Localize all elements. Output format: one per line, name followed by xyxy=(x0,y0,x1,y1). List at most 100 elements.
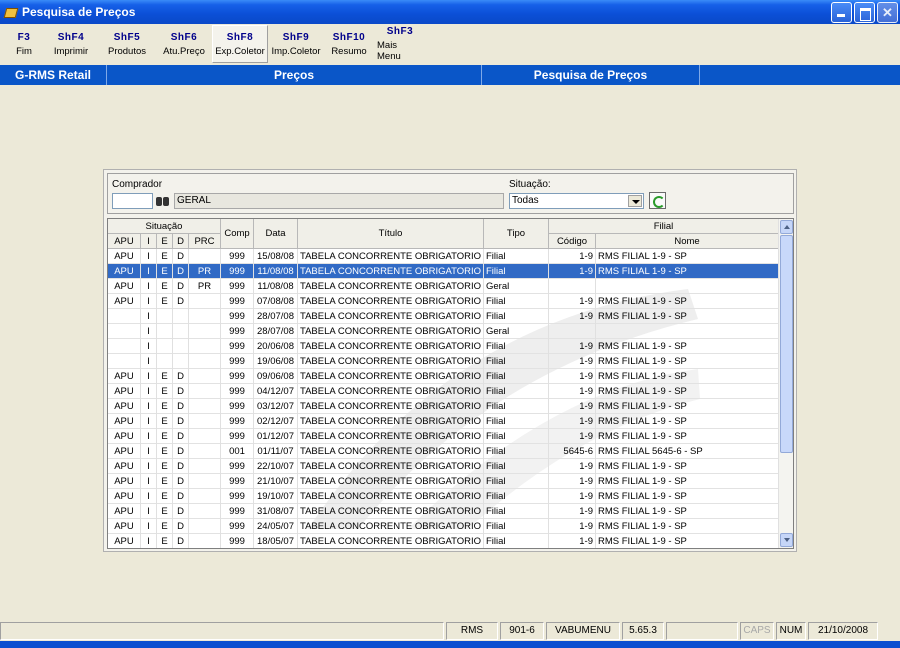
produtos-button[interactable]: ShF5 Produtos xyxy=(98,25,156,63)
col-d-header[interactable]: D xyxy=(173,234,189,249)
window-title: Pesquisa de Preços xyxy=(22,5,136,19)
table-row[interactable]: APU I E D 999 21/10/07 TABELA CONCORRENTE OBRI… xyxy=(108,474,779,489)
fim-button[interactable]: F3 Fim xyxy=(4,25,44,63)
cell-codigo: 1-9 xyxy=(549,534,596,548)
title-bar: Pesquisa de Preços ✕ xyxy=(0,0,900,24)
table-row[interactable]: APU I E D 999 04/12/07 TABELA CONCORRENTE OBRI… xyxy=(108,384,779,399)
vertical-scrollbar[interactable] xyxy=(778,219,793,548)
cell-tipo: Filial xyxy=(484,264,549,279)
cell-data: 03/12/07 xyxy=(254,399,298,414)
mais-menu-button[interactable]: ShF3 Mais Menu xyxy=(374,25,426,63)
cell-d: D xyxy=(173,459,189,474)
col-titulo-header[interactable]: Título xyxy=(298,219,484,249)
col-nome-header[interactable]: Nome xyxy=(596,234,779,249)
key-label: F3 xyxy=(17,31,31,43)
imp-coletor-button[interactable]: ShF9 Imp.Coletor xyxy=(268,25,324,63)
cell-apu: APU xyxy=(108,264,141,279)
cell-i: I xyxy=(141,294,157,309)
cell-e xyxy=(157,354,173,369)
scroll-up-icon[interactable] xyxy=(780,220,793,234)
col-apu-header[interactable]: APU xyxy=(108,234,141,249)
cell-nome: RMS FILIAL 1-9 - SP xyxy=(596,339,779,354)
col-comp-header[interactable]: Comp xyxy=(221,219,254,249)
cell-comp: 999 xyxy=(221,339,254,354)
cell-codigo xyxy=(549,324,596,339)
table-row[interactable]: APU I E D 999 19/10/07 TABELA CONCORRENTE OBRI… xyxy=(108,489,779,504)
cell-nome: RMS FILIAL 1-9 - SP xyxy=(596,399,779,414)
cell-tipo: Geral xyxy=(484,279,549,294)
cell-comp: 999 xyxy=(221,309,254,324)
table-row[interactable]: I 999 20/06/08 TABELA CONCORRENTE OBRIGATOR… xyxy=(108,339,779,354)
cell-apu: APU xyxy=(108,399,141,414)
cell-prc xyxy=(189,489,221,504)
cell-tipo: Geral xyxy=(484,324,549,339)
cell-data: 11/08/08 xyxy=(254,264,298,279)
table-row[interactable]: I 999 28/07/08 TABELA CONCORRENTE OBRIGATOR… xyxy=(108,324,779,339)
status-bar: RMS 901-6 VABUMENU 5.65.3 CAPS NUM 21/10… xyxy=(0,621,900,641)
chevron-down-icon[interactable] xyxy=(628,195,642,207)
filter-box: Comprador GERAL Situação: Todas xyxy=(107,173,794,214)
table-row[interactable]: I 999 28/07/08 TABELA CONCORRENTE OBRIGATOR… xyxy=(108,309,779,324)
scroll-thumb[interactable] xyxy=(780,235,793,453)
col-e-header[interactable]: E xyxy=(157,234,173,249)
table-row[interactable]: I 999 19/06/08 TABELA CONCORRENTE OBRIGATOR… xyxy=(108,354,779,369)
col-tipo-header[interactable]: Tipo xyxy=(484,219,549,249)
table-row[interactable]: APU I E D 999 03/12/07 TABELA CONCORRENTE OBRI… xyxy=(108,399,779,414)
comprador-code-input[interactable] xyxy=(112,193,153,209)
cell-nome: RMS FILIAL 1-9 - SP xyxy=(596,474,779,489)
cell-data: 01/12/07 xyxy=(254,429,298,444)
scroll-down-icon[interactable] xyxy=(780,533,793,547)
cell-tipo: Filial xyxy=(484,534,549,548)
binoculars-icon[interactable] xyxy=(155,194,171,208)
col-i-header[interactable]: I xyxy=(141,234,157,249)
cell-prc xyxy=(189,519,221,534)
imprimir-button[interactable]: ShF4 Imprimir xyxy=(44,25,98,63)
table-row[interactable]: APU I E D PR 999 11/08/08 TABELA CONCORRENTE OB… xyxy=(108,264,779,279)
cell-codigo: 1-9 xyxy=(549,474,596,489)
cell-apu: APU xyxy=(108,504,141,519)
exp-coletor-button[interactable]: ShF8 Exp.Coletor xyxy=(212,25,268,63)
maximize-button[interactable] xyxy=(854,2,875,23)
cell-d: D xyxy=(173,444,189,459)
minimize-button[interactable] xyxy=(831,2,852,23)
table-row[interactable]: APU I E D PR 999 11/08/08 TABELA CONCORRENTE OB… xyxy=(108,279,779,294)
cell-e: E xyxy=(157,249,173,264)
table-row[interactable]: APU I E D 999 31/08/07 TABELA CONCORRENTE OBRI… xyxy=(108,504,779,519)
cell-i: I xyxy=(141,369,157,384)
col-data-header[interactable]: Data xyxy=(254,219,298,249)
table-row[interactable]: APU I E D 999 07/08/08 TABELA CONCORRENTE OBRI… xyxy=(108,294,779,309)
cell-prc xyxy=(189,534,221,548)
atu-preco-button[interactable]: ShF6 Atu.Preço xyxy=(156,25,212,63)
cell-prc xyxy=(189,309,221,324)
close-button[interactable]: ✕ xyxy=(877,2,898,23)
table-row[interactable]: APU I E D 999 15/08/08 TABELA CONCORRENTE OBRI… xyxy=(108,249,779,264)
table-row[interactable]: APU I E D 999 02/12/07 TABELA CONCORRENTE OBRI… xyxy=(108,414,779,429)
table-row[interactable]: APU I E D 999 24/05/07 TABELA CONCORRENTE OBRI… xyxy=(108,519,779,534)
table-row[interactable]: APU I E D 999 18/05/07 TABELA CONCORRENTE OBRI… xyxy=(108,534,779,548)
cell-titulo: TABELA CONCORRENTE OBRIGATORIO xyxy=(298,429,484,444)
cell-prc xyxy=(189,399,221,414)
cell-i: I xyxy=(141,264,157,279)
table-row[interactable]: APU I E D 999 22/10/07 TABELA CONCORRENTE OBRI… xyxy=(108,459,779,474)
cell-prc xyxy=(189,474,221,489)
cell-apu xyxy=(108,339,141,354)
table-row[interactable]: APU I E D 999 09/06/08 TABELA CONCORRENTE OBRI… xyxy=(108,369,779,384)
cell-i: I xyxy=(141,249,157,264)
resumo-button[interactable]: ShF10 Resumo xyxy=(324,25,374,63)
col-codigo-header[interactable]: Código xyxy=(549,234,596,249)
status-empty xyxy=(666,622,738,640)
cell-d: D xyxy=(173,489,189,504)
table-row[interactable]: APU I E D 001 01/11/07 TABELA CONCORRENTE OBRI… xyxy=(108,444,779,459)
refresh-button[interactable] xyxy=(649,192,666,209)
cell-titulo: TABELA CONCORRENTE OBRIGATORIO xyxy=(298,459,484,474)
col-prc-header[interactable]: PRC xyxy=(189,234,221,249)
close-icon: ✕ xyxy=(882,4,893,20)
situacao-select[interactable]: Todas xyxy=(509,193,644,209)
cell-i: I xyxy=(141,474,157,489)
cell-i: I xyxy=(141,309,157,324)
cell-e: E xyxy=(157,429,173,444)
table-row[interactable]: APU I E D 999 01/12/07 TABELA CONCORRENTE OBRI… xyxy=(108,429,779,444)
cell-nome: RMS FILIAL 1-9 - SP xyxy=(596,309,779,324)
cell-comp: 999 xyxy=(221,519,254,534)
cell-titulo: TABELA CONCORRENTE OBRIGATORIO xyxy=(298,324,484,339)
